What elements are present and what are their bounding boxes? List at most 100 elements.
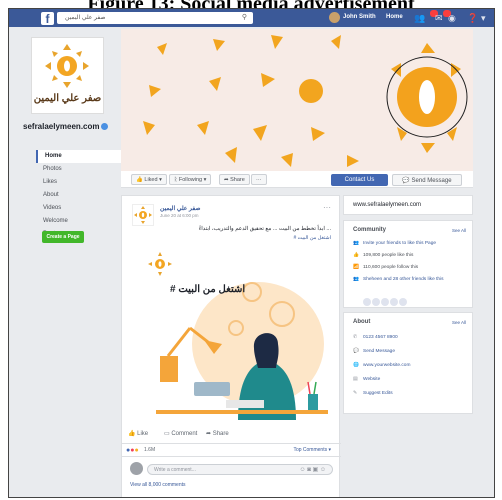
comment-input[interactable]: Write a comment... ☺ ◙ ▣ ☺	[147, 464, 333, 475]
community-row-likes: 👍 109,800 people like this	[353, 253, 413, 258]
about-row-category[interactable]: ▤ Website	[353, 377, 380, 382]
post-comment-label: Comment	[171, 431, 198, 437]
sidebar-item-videos[interactable]: Videos	[36, 202, 122, 215]
search-input[interactable]: صفر علي اليمين ⚲	[57, 12, 253, 24]
liked-label: Liked ▾	[144, 177, 162, 183]
sidebar-item-welcome[interactable]: Welcome	[36, 215, 122, 228]
about-box: About See All ✆ 0123 4567 8900 💬 Send Mess…	[343, 312, 473, 414]
liked-button[interactable]: 👍 Liked ▾	[131, 174, 167, 185]
community-row-friends[interactable]: 👥 Sheheen and 28 other friends like this	[353, 277, 444, 282]
post-image[interactable]: # اشتغل من البيت	[130, 244, 328, 422]
verified-badge-icon	[100, 123, 108, 131]
post-share-label: Share	[212, 431, 229, 437]
sidebar-item-likes[interactable]: Likes	[36, 176, 122, 189]
brand-logo-icon	[134, 206, 152, 224]
post-illustration	[148, 252, 328, 420]
friend-avatar[interactable]	[363, 298, 371, 306]
sidebar-item-about[interactable]: About	[36, 189, 122, 202]
chevron-down-icon[interactable]: ▾	[481, 12, 486, 24]
post-card: صفر علي اليمين June 20 at 6:00 pm ··· اب…	[121, 195, 341, 497]
website-url[interactable]: www.sefralaelymeen.com	[353, 202, 421, 208]
page-action-bar: 👍 Liked ▾ ᚱ Following ▾ ➦ Share ··· Cont…	[121, 171, 473, 188]
post-hashtag[interactable]: # اشتغل من البيت	[293, 235, 331, 241]
community-box: Community See All 👥 Invite your friends t…	[343, 220, 473, 308]
post-text: ابدأ تخطط من البيت ... مع تحقيق الدعم وا…	[198, 226, 331, 232]
community-row-text: 110,600 people follow this	[363, 265, 419, 270]
contact-us-button[interactable]: Contact Us	[331, 174, 388, 186]
category-icon: ▤	[353, 377, 358, 382]
friend-requests-icon[interactable]: 👥	[414, 12, 425, 24]
post-action-row: 👍 Like ▭ Comment ➦ Share	[122, 427, 341, 441]
commenter-avatar[interactable]	[130, 462, 143, 475]
about-row-text: Website	[363, 377, 381, 382]
facebook-page-screenshot: f صفر علي اليمين ⚲ John Smith Home 👥 ✉ ◉…	[8, 8, 495, 498]
thumbs-up-icon: 👍	[128, 431, 138, 437]
about-row-suggest[interactable]: ✎ Suggest Edits	[353, 391, 393, 396]
following-label: Following ▾	[178, 177, 207, 183]
messages-icon[interactable]: ✉	[435, 12, 443, 24]
community-row-follows: 📶 110,600 people follow this	[353, 265, 418, 270]
website-box[interactable]: www.sefralaelymeen.com	[343, 195, 473, 215]
post-like-label: Like	[137, 431, 149, 437]
sidebar-item-photos[interactable]: Photos	[36, 163, 122, 176]
about-see-all-link[interactable]: See All	[452, 320, 466, 325]
send-message-button[interactable]: 💬 Send Message	[392, 174, 462, 186]
phone-icon: ✆	[353, 335, 358, 340]
post-author-avatar[interactable]	[132, 204, 154, 226]
friends-icon: 👥	[353, 241, 359, 246]
reaction-icons[interactable]: ●●●	[126, 446, 139, 455]
post-options-icon[interactable]: ···	[323, 203, 331, 212]
community-title: Community	[353, 227, 386, 233]
create-page-button[interactable]: Create a Page	[42, 231, 84, 243]
top-nav-bar: f صفر علي اليمين ⚲ John Smith Home 👥 ✉ ◉…	[9, 9, 494, 27]
post-image-slogan: # اشتغل من البيت	[170, 284, 246, 295]
help-icon[interactable]: ❓	[467, 12, 478, 24]
about-row-phone[interactable]: ✆ 0123 4567 8900	[353, 335, 398, 340]
user-name-link[interactable]: John Smith	[343, 14, 376, 20]
page-name-arabic: صفر علي اليمين	[33, 93, 102, 104]
page-profile-picture[interactable]: صفر علي اليمين	[31, 37, 104, 114]
community-row-invite[interactable]: 👥 Invite your friends to like this Page	[353, 241, 436, 246]
pencil-icon: ✎	[353, 391, 358, 396]
follow-icon: 📶	[353, 265, 359, 270]
post-timestamp[interactable]: June 20 at 6:00 pm	[160, 213, 199, 218]
about-row-message[interactable]: 💬 Send Message	[353, 349, 395, 354]
post-like-button[interactable]: 👍 Like	[128, 427, 148, 441]
facebook-logo-icon[interactable]: f	[41, 12, 54, 26]
more-options-button[interactable]: ···	[251, 174, 267, 185]
sidebar-item-home[interactable]: Home	[36, 150, 122, 163]
friend-avatar[interactable]	[399, 298, 407, 306]
post-author-name[interactable]: صفر علي اليمين	[160, 205, 201, 212]
share-label: Share	[230, 177, 245, 183]
community-see-all-link[interactable]: See All	[452, 228, 466, 233]
user-avatar[interactable]	[329, 12, 340, 23]
friend-avatar[interactable]	[372, 298, 380, 306]
share-button[interactable]: ➦ Share	[219, 174, 250, 185]
reaction-count[interactable]: 1.6M	[144, 447, 155, 453]
messenger-icon: 💬	[402, 178, 412, 184]
page-title[interactable]: sefralaelymeen.com	[23, 122, 108, 131]
comment-placeholder: Write a comment...	[154, 467, 196, 473]
notifications-icon[interactable]: ◉	[448, 12, 456, 24]
about-row-text: Send Message	[363, 349, 395, 354]
page-title-text: sefralaelymeen.com	[23, 122, 100, 131]
home-link[interactable]: Home	[386, 14, 403, 20]
top-comments-dropdown[interactable]: Top Comments ▾	[293, 447, 331, 453]
friend-avatar[interactable]	[390, 298, 398, 306]
post-share-button[interactable]: ➦ Share	[206, 427, 229, 441]
cover-photo[interactable]	[121, 29, 473, 171]
search-value: صفر علي اليمين	[65, 15, 106, 21]
following-button[interactable]: ᚱ Following ▾	[169, 174, 212, 185]
about-row-text: Suggest Edits	[363, 391, 393, 396]
brand-logo-icon	[45, 44, 89, 88]
friend-avatar[interactable]	[381, 298, 389, 306]
about-row-web[interactable]: 🌐 www.yourwebsite.com	[353, 363, 410, 368]
search-icon[interactable]: ⚲	[242, 13, 247, 23]
view-all-comments-link[interactable]: View all 8,000 comments	[130, 482, 186, 488]
comment-emoji-icons[interactable]: ☺ ◙ ▣ ☺	[299, 465, 326, 475]
post-comment-button[interactable]: ▭ Comment	[164, 427, 197, 441]
reactions-bar: ●●● 1.6M Top Comments ▾	[122, 443, 341, 457]
wow-reaction-icon: ●	[134, 447, 139, 454]
page-nav: Home Photos Likes About Videos Welcome P…	[36, 150, 122, 241]
community-row-text: Sheheen and 28 other friends like this	[363, 277, 444, 282]
